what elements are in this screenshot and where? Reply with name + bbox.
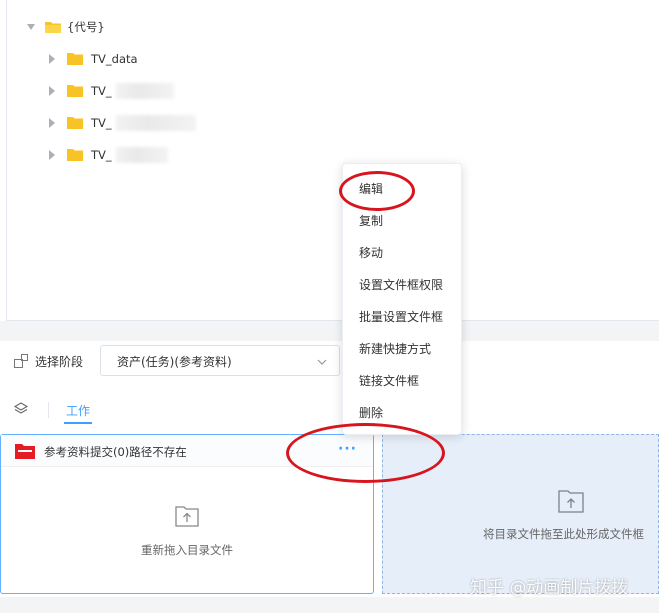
chevron-down-icon (317, 356, 327, 366)
card-title: 参考资料提交(0)路径不存在 (44, 445, 187, 459)
tree-node-tv-4[interactable]: TV_ (49, 145, 168, 165)
layers-icon[interactable] (13, 401, 29, 417)
stage-select[interactable]: 资产(任务)(参考资料) (100, 345, 340, 376)
menu-item-batch-settings[interactable]: 批量设置文件框 (359, 308, 443, 325)
tabs-row: 工作 (0, 390, 659, 430)
annotation-circle-more (286, 423, 445, 483)
caret-down-icon[interactable] (27, 24, 35, 30)
bottom-bar (0, 597, 659, 613)
stage-icon (14, 354, 28, 368)
divider (48, 402, 49, 418)
stage-label: 选择阶段 (35, 355, 84, 369)
caret-right-icon[interactable] (49, 86, 55, 96)
tree-node-root[interactable]: {代号} (27, 17, 105, 37)
caret-right-icon[interactable] (49, 150, 55, 160)
stage-select-value: 资产(任务)(参考资料) (117, 355, 232, 369)
folder-upload-icon (175, 505, 199, 527)
stage-select-row: 选择阶段 资产(任务)(参考资料) (0, 341, 659, 381)
folder-upload-icon (558, 489, 584, 513)
menu-item-new-shortcut[interactable]: 新建快捷方式 (359, 340, 431, 357)
tab-active-indicator (64, 422, 92, 424)
folder-tree-panel: {代号} TV_data TV_ TV_ TV_ (6, 0, 659, 321)
tree-node-label: TV_ (91, 148, 112, 162)
tree-node-tv-data[interactable]: TV_data (49, 49, 138, 69)
tree-node-tv-3[interactable]: TV_ (49, 113, 196, 133)
menu-item-delete[interactable]: 删除 (359, 404, 383, 421)
annotation-circle-edit (339, 171, 415, 211)
menu-item-permissions[interactable]: 设置文件框权限 (359, 276, 443, 293)
section-separator (0, 321, 659, 341)
tree-node-label: TV_data (91, 52, 138, 66)
reupload-hint: 重新拖入目录文件 (141, 543, 233, 557)
folder-icon (67, 117, 83, 129)
folder-icon (67, 149, 83, 161)
tree-node-tv-2[interactable]: TV_ (49, 81, 174, 101)
redacted-text (115, 83, 174, 99)
folder-error-icon (15, 444, 35, 459)
caret-right-icon[interactable] (49, 54, 55, 64)
watermark: 知乎 @动画制片拨拨 (470, 578, 629, 598)
folder-open-icon (45, 21, 61, 33)
folder-icon (67, 53, 83, 65)
dropzone-hint: 将目录文件拖至此处形成文件框 (483, 527, 644, 541)
menu-item-move[interactable]: 移动 (359, 244, 383, 261)
tree-node-label: TV_ (91, 116, 112, 130)
tab-work[interactable]: 工作 (66, 402, 90, 419)
menu-item-link-frame[interactable]: 链接文件框 (359, 372, 419, 389)
folder-icon (67, 85, 83, 97)
redacted-text (115, 147, 168, 163)
caret-right-icon[interactable] (49, 118, 55, 128)
redacted-text (115, 115, 196, 131)
menu-item-copy[interactable]: 复制 (359, 212, 383, 229)
tree-node-label: {代号} (67, 20, 105, 34)
tree-node-label: TV_ (91, 84, 112, 98)
